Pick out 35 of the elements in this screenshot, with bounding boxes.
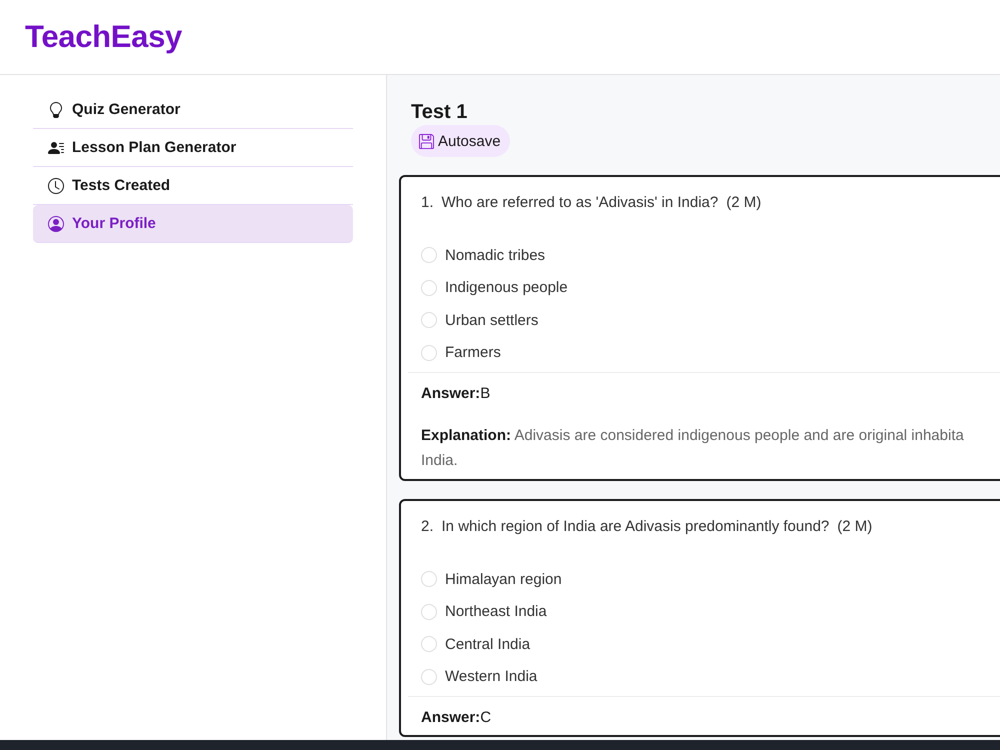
- radio-button[interactable]: [421, 312, 437, 328]
- question-marks: (2 M): [837, 517, 872, 537]
- radio-button[interactable]: [421, 571, 437, 588]
- question-text: Who are referred to as 'Adivasis' in India?: [442, 193, 718, 213]
- lightbulb-icon: [48, 102, 64, 118]
- radio-button[interactable]: [421, 344, 437, 361]
- option-text: Indigenous people: [445, 279, 568, 296]
- question-marks: (2 M): [726, 193, 762, 213]
- option-text: Central India: [445, 636, 530, 653]
- radio-button[interactable]: [421, 668, 437, 685]
- autosave-button[interactable]: Autosave: [411, 125, 510, 157]
- clock-icon: [48, 178, 64, 194]
- radio-button[interactable]: [421, 636, 437, 652]
- question-number: 1.: [421, 193, 434, 213]
- option-text: Farmers: [445, 344, 501, 362]
- radio-button[interactable]: [421, 604, 437, 620]
- person-list-icon: [48, 140, 64, 156]
- radio-button[interactable]: [421, 280, 437, 296]
- question-number: 2.: [421, 517, 434, 537]
- sidebar-item[interactable]: Quiz Generator: [33, 91, 353, 129]
- save-icon: [419, 134, 434, 148]
- option-text: Nomadic tribes: [445, 246, 546, 264]
- answer-text: Answer:B: [421, 384, 492, 404]
- answer-text: Answer:C: [421, 708, 492, 728]
- test-title: Test 1: [411, 100, 468, 125]
- sidebar-item[interactable]: Your Profile: [33, 205, 353, 243]
- question-text: In which region of India are Adivasis predominantly found?: [442, 517, 830, 537]
- sidebar-item[interactable]: Lesson Plan Generator: [33, 129, 353, 167]
- explanation-text: Explanation: Adivasis are considered indigenous people and are original inhabita India.: [421, 426, 965, 471]
- option-text: Western India: [445, 668, 538, 686]
- option-text: Northeast India: [445, 603, 547, 620]
- logo-text[interactable]: TeachEasy: [25, 19, 182, 55]
- option-text: Himalayan region: [445, 570, 562, 588]
- option-text: Urban settlers: [445, 312, 538, 329]
- radio-button[interactable]: [421, 247, 437, 264]
